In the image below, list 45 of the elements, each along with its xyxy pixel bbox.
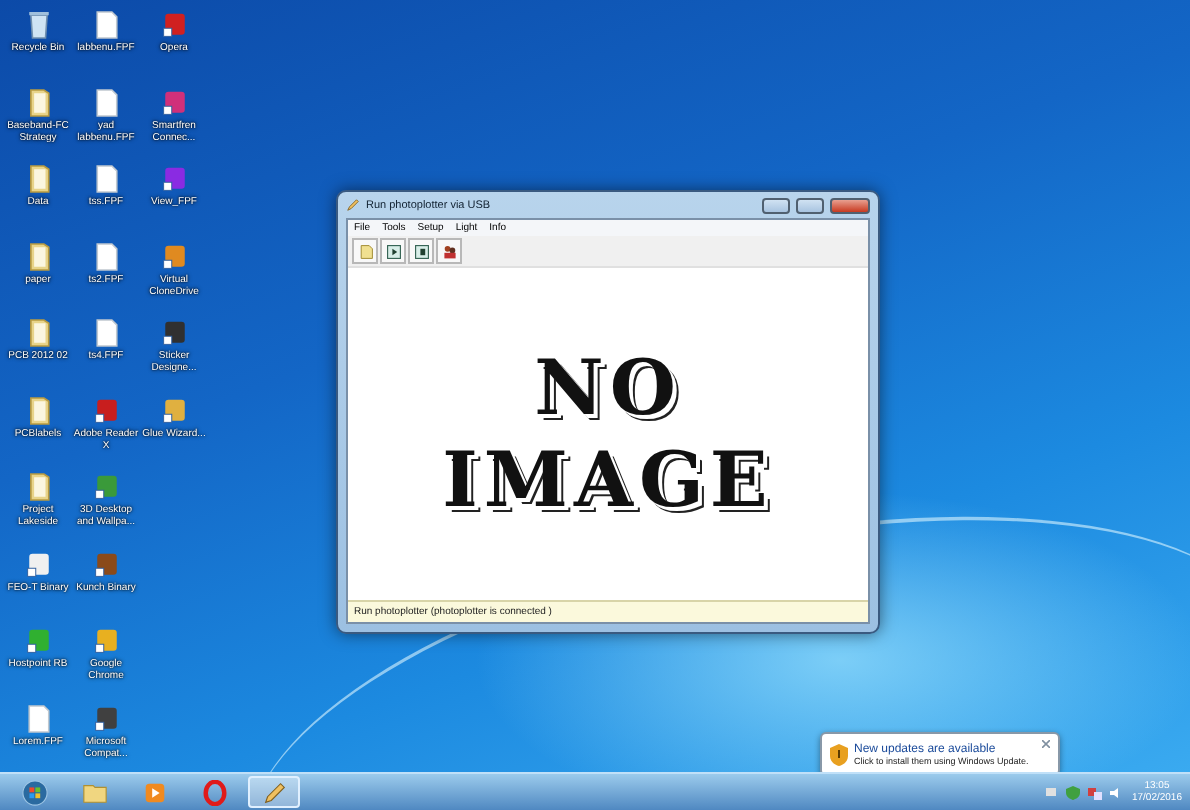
minimize-button[interactable] bbox=[762, 197, 790, 213]
folder-icon[interactable] bbox=[81, 779, 107, 805]
folder-icon bbox=[25, 87, 51, 117]
close-icon[interactable] bbox=[1042, 740, 1050, 748]
app-icon bbox=[161, 318, 187, 348]
folder-icon bbox=[25, 241, 51, 271]
folder-icon bbox=[25, 164, 51, 194]
no-image-text: NO bbox=[534, 348, 682, 428]
maximize-button[interactable] bbox=[796, 197, 824, 213]
pencil-icon bbox=[346, 198, 360, 212]
play-icon[interactable] bbox=[385, 243, 401, 259]
shield-icon bbox=[830, 743, 848, 765]
app-icon bbox=[161, 164, 187, 194]
app-icon bbox=[93, 549, 119, 579]
file-icon bbox=[93, 10, 119, 40]
app-icon bbox=[93, 395, 119, 425]
speaker-icon[interactable] bbox=[1109, 785, 1124, 799]
step-icon[interactable] bbox=[413, 243, 429, 259]
file-icon bbox=[93, 318, 119, 348]
app-icon bbox=[25, 626, 51, 656]
app-icon bbox=[161, 87, 187, 117]
no-image-text: IMAGE bbox=[442, 440, 774, 520]
people-icon[interactable] bbox=[441, 243, 457, 259]
file-icon bbox=[25, 703, 51, 733]
folder-icon bbox=[25, 472, 51, 502]
app-icon bbox=[161, 10, 187, 40]
document-icon[interactable] bbox=[357, 243, 373, 259]
close-button[interactable] bbox=[830, 197, 870, 213]
recycle-bin-icon bbox=[25, 10, 51, 40]
folder-icon bbox=[25, 395, 51, 425]
app-icon bbox=[93, 626, 119, 656]
opera-icon[interactable] bbox=[201, 779, 227, 805]
app-icon bbox=[161, 241, 187, 271]
file-icon bbox=[93, 164, 119, 194]
pencil-icon[interactable] bbox=[261, 779, 287, 805]
app-icon bbox=[93, 703, 119, 733]
app-icon bbox=[25, 549, 51, 579]
app-icon bbox=[93, 472, 119, 502]
app-icon bbox=[161, 395, 187, 425]
folder-icon bbox=[25, 318, 51, 348]
media-player-icon[interactable] bbox=[141, 779, 167, 805]
file-icon bbox=[93, 87, 119, 117]
start-orb-icon[interactable] bbox=[21, 779, 47, 805]
file-icon bbox=[93, 241, 119, 271]
taskbar-button[interactable] bbox=[248, 776, 300, 808]
